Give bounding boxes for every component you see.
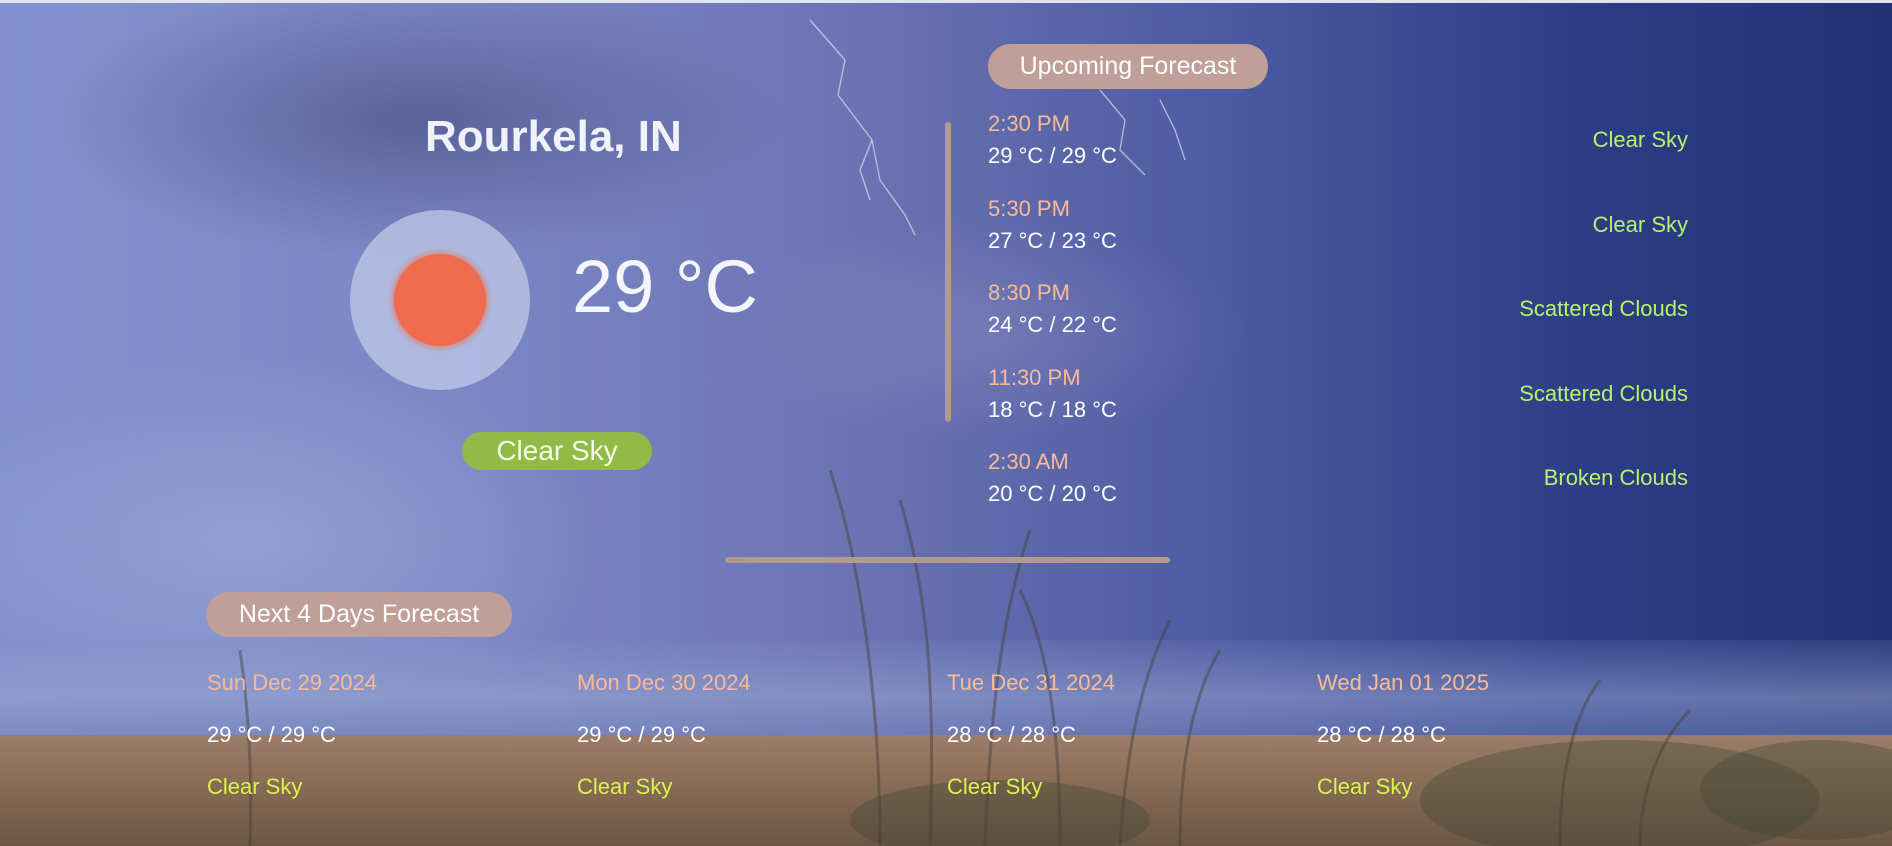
- forecast-date: Sun Dec 29 2024: [207, 670, 378, 695]
- current-condition-badge: Clear Sky: [462, 432, 652, 470]
- forecast-date: Mon Dec 30 2024: [577, 670, 751, 695]
- daily-forecast-item: Wed Jan 01 2025 28 °C / 28 °C Clear Sky: [1317, 670, 1677, 810]
- daily-forecast-item: Sun Dec 29 2024 29 °C / 29 °C Clear Sky: [207, 670, 567, 810]
- next-days-forecast-heading: Next 4 Days Forecast: [206, 592, 512, 637]
- forecast-temp-range: 29 °C / 29 °C: [207, 722, 336, 747]
- forecast-condition: Scattered Clouds: [1519, 296, 1688, 321]
- forecast-date: Wed Jan 01 2025: [1317, 670, 1490, 695]
- forecast-condition: Clear Sky: [207, 774, 303, 799]
- city-name: Rourkela, IN: [425, 112, 682, 161]
- hourly-forecast-item: 11:30 PM 18 °C / 18 °C Scattered Clouds: [988, 365, 1688, 425]
- forecast-temp-range: 28 °C / 28 °C: [1317, 722, 1446, 747]
- forecast-time: 8:30 PM: [988, 280, 1070, 305]
- forecast-temp-range: 27 °C / 23 °C: [988, 228, 1117, 253]
- forecast-condition: Broken Clouds: [1543, 465, 1688, 490]
- forecast-time: 2:30 PM: [988, 111, 1070, 136]
- forecast-condition: Clear Sky: [577, 774, 673, 799]
- hourly-forecast-item: 2:30 PM 29 °C / 29 °C Clear Sky: [988, 111, 1688, 171]
- forecast-temp-range: 18 °C / 18 °C: [988, 397, 1117, 422]
- sun-icon: [394, 254, 486, 346]
- forecast-time: 2:30 AM: [988, 449, 1069, 474]
- forecast-temp-range: 24 °C / 22 °C: [988, 312, 1117, 337]
- forecast-time: 5:30 PM: [988, 196, 1070, 221]
- horizontal-divider: [725, 557, 1170, 563]
- forecast-time: 11:30 PM: [988, 365, 1081, 390]
- current-temperature: 29 °C: [572, 245, 758, 328]
- daily-forecast-item: Mon Dec 30 2024 29 °C / 29 °C Clear Sky: [577, 670, 937, 810]
- forecast-temp-range: 20 °C / 20 °C: [988, 481, 1117, 506]
- hourly-forecast-item: 5:30 PM 27 °C / 23 °C Clear Sky: [988, 196, 1688, 256]
- forecast-temp-range: 29 °C / 29 °C: [577, 722, 706, 747]
- upcoming-forecast-heading: Upcoming Forecast: [988, 44, 1268, 89]
- hourly-forecast-item: 2:30 AM 20 °C / 20 °C Broken Clouds: [988, 449, 1688, 509]
- forecast-condition: Clear Sky: [1317, 774, 1413, 799]
- daily-forecast-item: Tue Dec 31 2024 28 °C / 28 °C Clear Sky: [947, 670, 1307, 810]
- hourly-forecast-item: 8:30 PM 24 °C / 22 °C Scattered Clouds: [988, 280, 1688, 340]
- forecast-condition: Clear Sky: [1592, 127, 1688, 152]
- forecast-date: Tue Dec 31 2024: [947, 670, 1115, 695]
- forecast-temp-range: 29 °C / 29 °C: [988, 143, 1117, 168]
- forecast-condition: Scattered Clouds: [1519, 381, 1688, 406]
- forecast-condition: Clear Sky: [947, 774, 1043, 799]
- weather-icon-container: [350, 210, 530, 390]
- vertical-divider: [945, 122, 951, 422]
- top-edge: [0, 0, 1892, 3]
- forecast-condition: Clear Sky: [1592, 212, 1688, 237]
- forecast-temp-range: 28 °C / 28 °C: [947, 722, 1076, 747]
